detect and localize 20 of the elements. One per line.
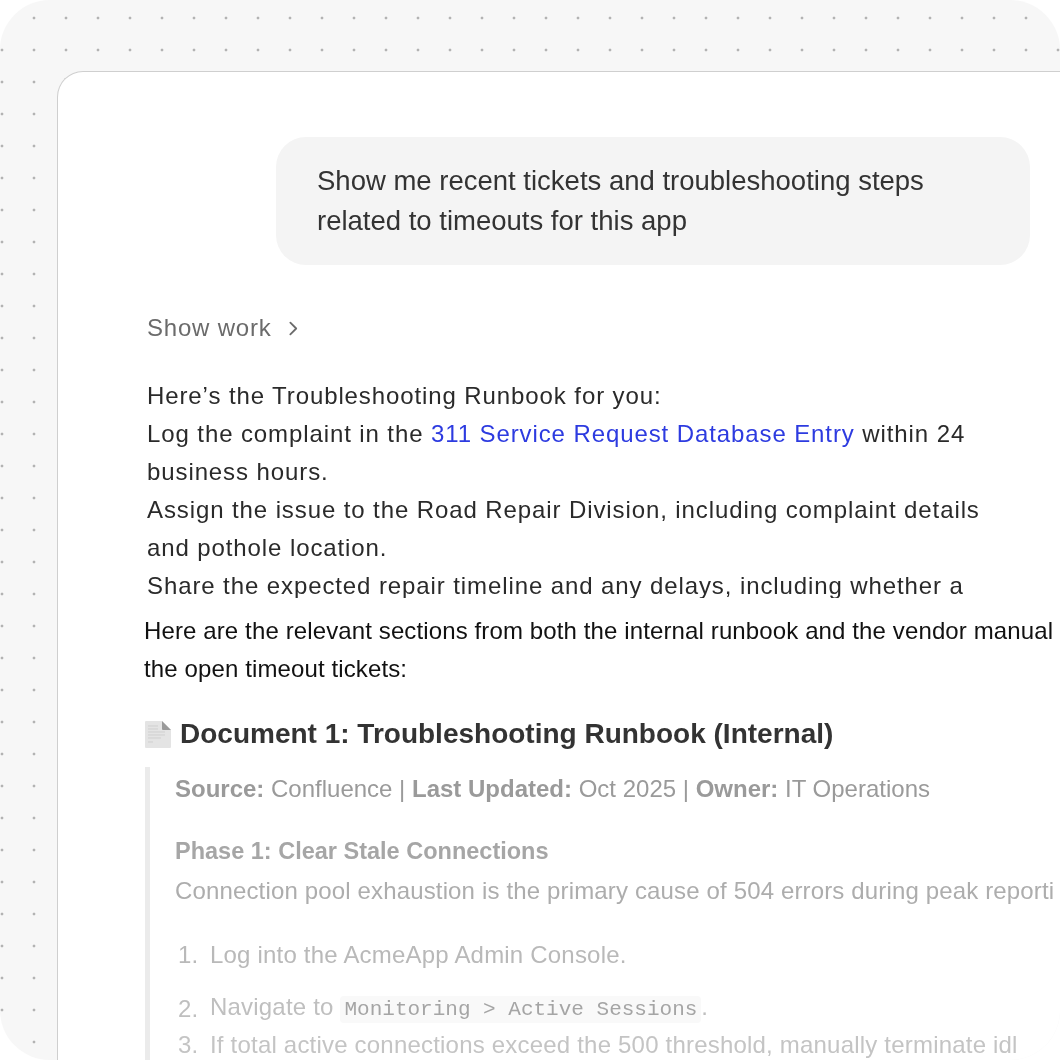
step-text: Log into the AcmeApp Admin Console. xyxy=(210,940,627,970)
preview-paragraph: Here’s the Troubleshooting Runbook for you: xyxy=(147,381,663,411)
phase-text: Connection pool exhaustion is the primary cause of 504 errors during peak reporti xyxy=(175,876,1055,906)
intro-text: the open timeout tickets: xyxy=(144,654,408,684)
user-message: Show me recent tickets and troubleshooting steps related to timeouts for this app xyxy=(276,137,1030,265)
document-title: Document 1: Troubleshooting Runbook (Internal) xyxy=(180,717,834,751)
step-number: 2. xyxy=(177,993,200,1024)
preview-paragraph: Log the complaint in the 311 Service Request Database Entry within 24 business hours. xyxy=(147,419,967,487)
preview-paragraph: Assign the issue to the Road Repair Division, including complaint details and pothole location. xyxy=(147,495,981,563)
database-link[interactable]: 311 Service Request Database Entry xyxy=(431,420,855,447)
step-number: 3. xyxy=(177,1032,200,1058)
step-text: If total active connections exceed the 500 threshold, manually terminate idl xyxy=(210,1032,1018,1058)
source-line: Source: Confluence | Last Updated: Oct 2025 | Owner: IT Operations xyxy=(175,774,930,804)
phase-title: Phase 1: Clear Stale Connections xyxy=(175,837,549,866)
step-text: Navigate to Monitoring > Active Sessions . xyxy=(210,992,709,1025)
inline-code: Monitoring > Active Sessions xyxy=(340,996,702,1023)
intro-text: Here are the relevant sections from both the internal runbook and the vendor manual xyxy=(144,616,1054,646)
show-work-button[interactable]: Show work xyxy=(147,313,298,343)
document-icon xyxy=(145,720,171,748)
step-number: 1. xyxy=(177,940,200,970)
